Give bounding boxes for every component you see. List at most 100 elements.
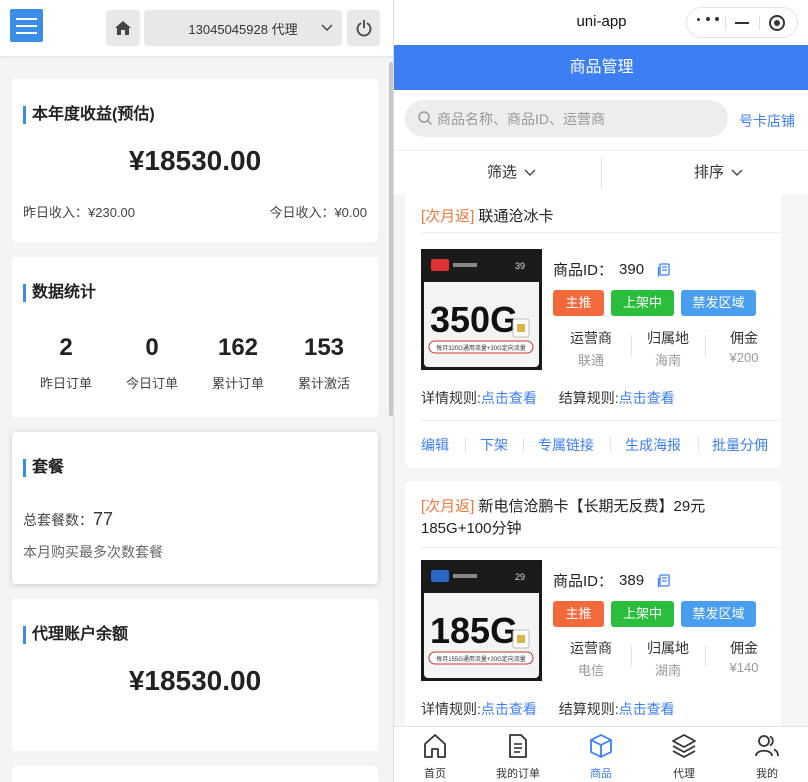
sort-dropdown[interactable]: 排序: [694, 151, 744, 195]
generate-poster-button[interactable]: 生成海报: [625, 435, 681, 455]
image-caption: 每月155G通用流量+30G定向流量: [436, 655, 526, 663]
tab-home[interactable]: 首页: [400, 727, 470, 782]
settle-rule-link[interactable]: 点击查看: [619, 390, 675, 406]
product-id: 商品ID： 389: [553, 570, 672, 591]
detail-rule-link[interactable]: 点击查看: [481, 701, 537, 717]
menu-icon: [16, 17, 37, 20]
badge-featured: 主推: [553, 290, 604, 316]
shop-link[interactable]: 号卡店铺: [739, 111, 795, 131]
edit-button[interactable]: 编辑: [421, 435, 449, 455]
attr-value: 电信: [577, 663, 604, 678]
card-title: 本年度收益(预估): [23, 105, 155, 125]
tab-agent[interactable]: 代理: [649, 727, 719, 782]
attr-value: 湖南: [654, 663, 681, 678]
badge-featured: 主推: [553, 601, 604, 627]
package-card[interactable]: 套餐 总套餐数：77 本月购买最多次数套餐: [12, 432, 378, 584]
chevron-down-icon: [524, 169, 536, 176]
attr-commission: 佣金 ¥140: [709, 638, 779, 675]
badge-restricted-region: 禁发区域: [681, 290, 756, 316]
product-name: 联通沧冰卡: [478, 208, 554, 225]
copy-icon[interactable]: [656, 573, 672, 589]
detail-rule-link[interactable]: 点击查看: [481, 390, 537, 406]
divider: [705, 645, 706, 667]
divider: [705, 335, 706, 357]
divider: [759, 16, 760, 30]
card-title: 代理账户余额: [23, 625, 128, 645]
tab-label: 首页: [424, 768, 446, 780]
account-select-value: 13045045928 代理: [188, 21, 298, 37]
close-miniprogram-icon[interactable]: [769, 15, 785, 31]
search-box[interactable]: [405, 100, 728, 137]
dashboard-panel: 13045045928 代理 本年度收益(预估) ¥18530.00 昨日收入：…: [0, 0, 393, 782]
chevron-down-icon: [731, 169, 743, 176]
tab-products[interactable]: 商品: [566, 727, 636, 782]
tab-label: 商品: [590, 768, 612, 780]
exclusive-link-button[interactable]: 专属链接: [538, 435, 594, 455]
product-id-value: 390: [619, 261, 645, 278]
home-button[interactable]: [106, 10, 140, 46]
badge-on-shelf: 上架中: [611, 601, 674, 627]
badge-restricted-region: 禁发区域: [681, 601, 756, 627]
tab-mine[interactable]: 我的: [732, 727, 802, 782]
layers-icon: [672, 734, 696, 758]
more-icon[interactable]: [697, 17, 719, 21]
tab-label: 我的: [756, 768, 778, 780]
tab-my-orders[interactable]: 我的订单: [483, 727, 553, 782]
divider: [421, 420, 781, 421]
next-card: [12, 766, 378, 782]
power-icon: [356, 19, 371, 37]
attr-value: ¥200: [729, 350, 759, 365]
rules-row: 详情规则:点击查看 结算规则:点击查看: [421, 699, 675, 719]
capsule-menu: [686, 7, 798, 38]
detail-rule-label: 详情规则:: [421, 390, 481, 406]
image-data-amount: 185G: [430, 610, 518, 651]
sim-card-image: 39 350G 每月320G通用流量+30G定向流量: [421, 249, 542, 370]
settle-rule-label: 结算规则:: [558, 701, 619, 717]
annual-revenue-card: 本年度收益(预估) ¥18530.00 昨日收入：¥230.00 今日收入：¥0…: [12, 79, 378, 242]
batch-commission-button[interactable]: 批量分佣: [712, 435, 768, 455]
image-data-amount: 350G: [430, 299, 518, 340]
search-input[interactable]: [437, 100, 717, 137]
yesterday-income: 昨日收入：¥230.00: [23, 205, 135, 220]
rules-row: 详情规则:点击查看 结算规则:点击查看: [421, 388, 675, 408]
tab-label: 代理: [673, 768, 695, 780]
detail-rule-label: 详情规则:: [421, 701, 481, 717]
attr-value: 海南: [654, 353, 681, 368]
stat-today-orders: 0 今日订单: [112, 333, 192, 392]
account-select[interactable]: 13045045928 代理: [144, 10, 342, 46]
logout-button[interactable]: [347, 10, 380, 46]
filter-dropdown[interactable]: 筛选: [487, 151, 537, 195]
filter-label: 筛选: [487, 164, 518, 181]
balance-amount: ¥18530.00: [128, 665, 262, 696]
divider: [631, 335, 632, 357]
menu-toggle-button[interactable]: [10, 9, 43, 42]
unlist-button[interactable]: 下架: [480, 435, 508, 455]
settle-rule-link[interactable]: 点击查看: [619, 701, 675, 717]
product-tag: [次月返]: [421, 208, 475, 225]
stat-value: 0: [145, 334, 159, 361]
product-image[interactable]: 29 185G 每月155G通用流量+30G定向流量: [421, 560, 542, 681]
attr-key: 运营商: [570, 330, 612, 346]
divider: [601, 157, 602, 189]
divider: [465, 437, 466, 453]
filter-bar: 筛选 排序: [394, 150, 808, 194]
copy-icon[interactable]: [656, 262, 672, 278]
bottom-tab-bar: 首页 我的订单 商品 代理 我的: [394, 726, 808, 782]
attr-region: 归属地 海南: [633, 328, 703, 369]
image-price: 29: [515, 572, 525, 582]
divider: [523, 437, 524, 453]
stat-label: 昨日订单: [39, 376, 92, 391]
product-id-value: 389: [619, 572, 645, 589]
sim-card-image: 29 185G 每月155G通用流量+30G定向流量: [421, 560, 542, 681]
attr-operator: 运营商 联通: [556, 328, 626, 369]
attr-key: 佣金: [730, 330, 758, 346]
minimize-icon[interactable]: [735, 22, 749, 24]
product-image[interactable]: 39 350G 每月320G通用流量+30G定向流量: [421, 249, 542, 370]
attr-value: ¥140: [729, 660, 759, 675]
tab-label: 我的订单: [496, 768, 540, 780]
top-toolbar: 13045045928 代理: [0, 0, 393, 56]
today-income: 今日收入：¥0.00: [269, 205, 367, 220]
search-icon: [418, 111, 432, 125]
home-icon: [424, 734, 446, 758]
divider: [610, 437, 611, 453]
